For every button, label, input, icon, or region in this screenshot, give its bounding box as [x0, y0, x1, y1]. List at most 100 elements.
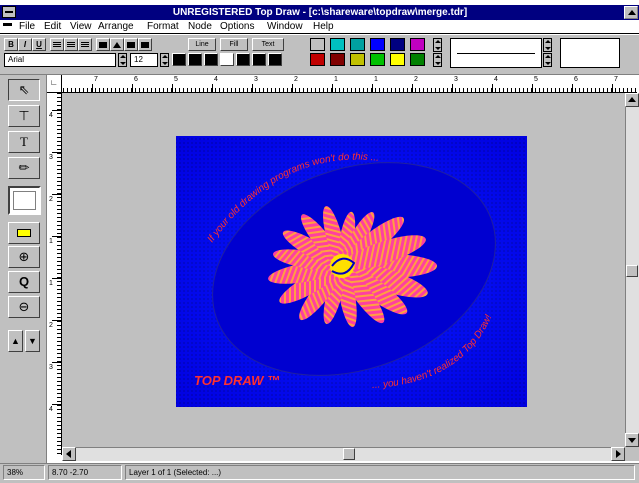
zoom-in-tool[interactable]: ⊕ — [8, 246, 40, 268]
ruler-major-tick — [612, 84, 613, 93]
ruler-label: 3 — [254, 76, 258, 83]
menu-format[interactable]: Format — [145, 20, 181, 34]
align-left-button[interactable] — [50, 38, 64, 51]
color-swatch[interactable] — [410, 38, 425, 51]
ruler-label: 3 — [49, 364, 53, 371]
ruler-major-tick — [412, 84, 413, 93]
ruler-major-tick — [52, 110, 62, 111]
vertical-ruler — [47, 93, 62, 455]
color-swatch[interactable] — [390, 53, 405, 66]
ruler-major-tick — [212, 84, 213, 93]
ruler-major-tick — [452, 84, 453, 93]
ruler-origin-icon: ∟ — [50, 78, 58, 87]
ruler-label: 7 — [94, 76, 98, 83]
document-control-menu-icon[interactable] — [3, 23, 12, 26]
bold-button[interactable]: B — [4, 38, 18, 51]
menu-edit[interactable]: Edit — [42, 20, 63, 34]
top-draw-logo-text: TOP DRAW ™ — [194, 373, 280, 388]
send-back-button[interactable] — [96, 38, 110, 51]
line-color-button[interactable] — [172, 53, 186, 66]
shadow-color-button[interactable] — [236, 53, 250, 66]
color-swatch[interactable] — [350, 53, 365, 66]
menu-arrange[interactable]: Arrange — [96, 20, 136, 34]
font-name-field[interactable]: Arial — [4, 53, 116, 67]
ruler-label: 2 — [414, 76, 418, 83]
layer-up-button[interactable]: ▲ — [8, 330, 23, 352]
system-menu-button[interactable] — [2, 6, 16, 18]
align-center-button[interactable] — [64, 38, 78, 51]
menu-node[interactable]: Node — [186, 20, 214, 34]
font-name-dropdown[interactable] — [118, 53, 127, 67]
text-tool[interactable]: T — [8, 131, 40, 153]
line-style-button[interactable]: Line — [188, 38, 216, 51]
ruler-label: 4 — [494, 76, 498, 83]
zoom-out-tool[interactable]: ⊖ — [8, 296, 40, 318]
triangle-down-icon: ▼ — [28, 336, 37, 346]
color-swatch[interactable] — [410, 53, 425, 66]
color-swatch[interactable] — [370, 38, 385, 51]
drawing-canvas[interactable]: If your old drawing programs won't do th… — [62, 93, 625, 447]
font-size-field[interactable]: 12 — [130, 53, 158, 67]
zoom-magnify-icon: Q — [18, 274, 30, 289]
ungroup-button[interactable] — [138, 38, 152, 51]
zoom-actual-tool[interactable]: Q — [8, 271, 40, 293]
line-width-preview[interactable] — [450, 38, 542, 68]
menu-file[interactable]: File — [17, 20, 37, 34]
scroll-right-icon — [616, 450, 621, 458]
node-tool[interactable]: ⊤ — [8, 105, 40, 127]
color-swatch[interactable] — [370, 53, 385, 66]
fill-color-button[interactable] — [188, 53, 202, 66]
pattern-button[interactable] — [268, 53, 282, 66]
color-swatch[interactable] — [330, 53, 345, 66]
underline-button[interactable]: U — [32, 38, 46, 51]
pen-tool[interactable]: ✏ — [8, 157, 40, 179]
text-color-button[interactable] — [204, 53, 218, 66]
status-layer: Layer 1 of 1 (Selected: ...) — [125, 465, 635, 480]
ruler-tool[interactable] — [8, 222, 40, 244]
ruler-major-tick — [52, 404, 62, 405]
palette-scroll-down[interactable] — [433, 53, 442, 67]
fill-preview-box[interactable] — [8, 186, 41, 215]
italic-button[interactable]: I — [18, 38, 32, 51]
line-width-up[interactable] — [543, 38, 552, 52]
align-right-button[interactable] — [78, 38, 92, 51]
maximize-button[interactable] — [624, 6, 638, 19]
color-swatch[interactable] — [310, 38, 325, 51]
color-swatch[interactable] — [330, 38, 345, 51]
scroll-left-button[interactable] — [62, 447, 76, 461]
color-swatch[interactable] — [350, 38, 365, 51]
color-swatch[interactable] — [310, 53, 325, 66]
bring-forward-button[interactable] — [110, 38, 124, 51]
drawing-workspace[interactable]: If your old drawing programs won't do th… — [62, 93, 625, 447]
scroll-right-button[interactable] — [611, 447, 625, 461]
group-button[interactable] — [124, 38, 138, 51]
ruler-major-tick — [92, 84, 93, 93]
arrow-pointer-icon: ⇖ — [18, 82, 30, 97]
font-size-spinner[interactable] — [160, 53, 169, 67]
palette-scroll-up[interactable] — [433, 38, 442, 52]
scroll-up-button[interactable] — [625, 93, 639, 107]
layer-down-button[interactable]: ▼ — [25, 330, 40, 352]
ruler-major-tick — [52, 152, 62, 153]
horizontal-scroll-thumb[interactable] — [343, 448, 355, 460]
ruler-origin[interactable]: ∟ — [47, 75, 62, 93]
line-width-down[interactable] — [543, 53, 552, 67]
background-color-button[interactable] — [220, 53, 234, 66]
vertical-scroll-thumb[interactable] — [626, 265, 638, 277]
scroll-up-icon — [628, 97, 636, 102]
menu-window[interactable]: Window — [265, 20, 305, 34]
fill-style-button[interactable]: Fill — [220, 38, 248, 51]
ruler-major-tick — [52, 236, 62, 237]
menu-help[interactable]: Help — [311, 20, 336, 34]
scroll-down-button[interactable] — [625, 433, 639, 447]
gradient-color-button[interactable] — [252, 53, 266, 66]
color-swatch[interactable] — [390, 38, 405, 51]
arrowhead-preview[interactable] — [560, 38, 620, 68]
text-style-button[interactable]: Text — [252, 38, 284, 51]
ruler-major-tick — [572, 84, 573, 93]
arrow-tool[interactable]: ⇖ — [8, 79, 40, 101]
menu-view[interactable]: View — [68, 20, 94, 34]
menu-options[interactable]: Options — [218, 20, 256, 34]
ruler-major-tick — [52, 278, 62, 279]
ruler-label: 2 — [49, 196, 53, 203]
